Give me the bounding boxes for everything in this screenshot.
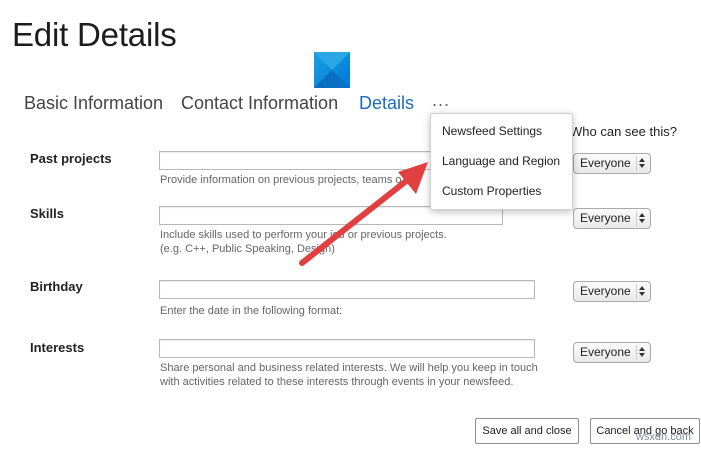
skills-label: Skills — [30, 206, 64, 221]
interests-input[interactable] — [159, 339, 535, 358]
more-dropdown-menu: Newsfeed Settings Language and Region Cu… — [430, 113, 573, 210]
menu-item-language-and-region[interactable]: Language and Region — [442, 154, 560, 168]
select-arrows-icon — [636, 345, 648, 360]
skills-visibility-select[interactable]: Everyone — [573, 208, 651, 229]
annotation-arrow-icon — [299, 162, 428, 266]
past-projects-label: Past projects — [30, 151, 112, 166]
visibility-value: Everyone — [580, 284, 631, 298]
interests-help: Share personal and business related inte… — [160, 361, 538, 389]
interests-label: Interests — [30, 340, 85, 355]
birthday-visibility-select[interactable]: Everyone — [573, 281, 651, 302]
birthday-help: Enter the date in the following format: — [160, 305, 343, 317]
birthday-input[interactable] — [159, 280, 535, 299]
visibility-value: Everyone — [580, 211, 631, 225]
select-arrows-icon — [636, 156, 648, 171]
visibility-value: Everyone — [580, 156, 631, 170]
select-arrows-icon — [636, 211, 648, 226]
visibility-value: Everyone — [580, 345, 631, 359]
page-title: Edit Details — [12, 16, 177, 53]
watermark: wsxdn.com — [635, 431, 691, 443]
tab-basic-information[interactable]: Basic Information — [24, 93, 163, 114]
visibility-header: Who can see this? — [570, 124, 677, 139]
windows-logo-icon — [314, 52, 350, 88]
save-all-and-close-button[interactable]: Save all and close — [475, 418, 579, 444]
birthday-label: Birthday — [30, 279, 83, 294]
menu-item-custom-properties[interactable]: Custom Properties — [442, 184, 541, 198]
menu-item-newsfeed-settings[interactable]: Newsfeed Settings — [442, 124, 542, 138]
past-projects-visibility-select[interactable]: Everyone — [573, 153, 651, 174]
tab-contact-information[interactable]: Contact Information — [181, 93, 338, 114]
interests-help-line: Share personal and business related inte… — [160, 362, 538, 374]
interests-visibility-select[interactable]: Everyone — [573, 342, 651, 363]
interests-help-line: with activities related to these interes… — [160, 376, 514, 388]
tab-details[interactable]: Details — [359, 93, 414, 114]
select-arrows-icon — [636, 284, 648, 299]
more-tabs-button[interactable]: ... — [432, 90, 450, 111]
